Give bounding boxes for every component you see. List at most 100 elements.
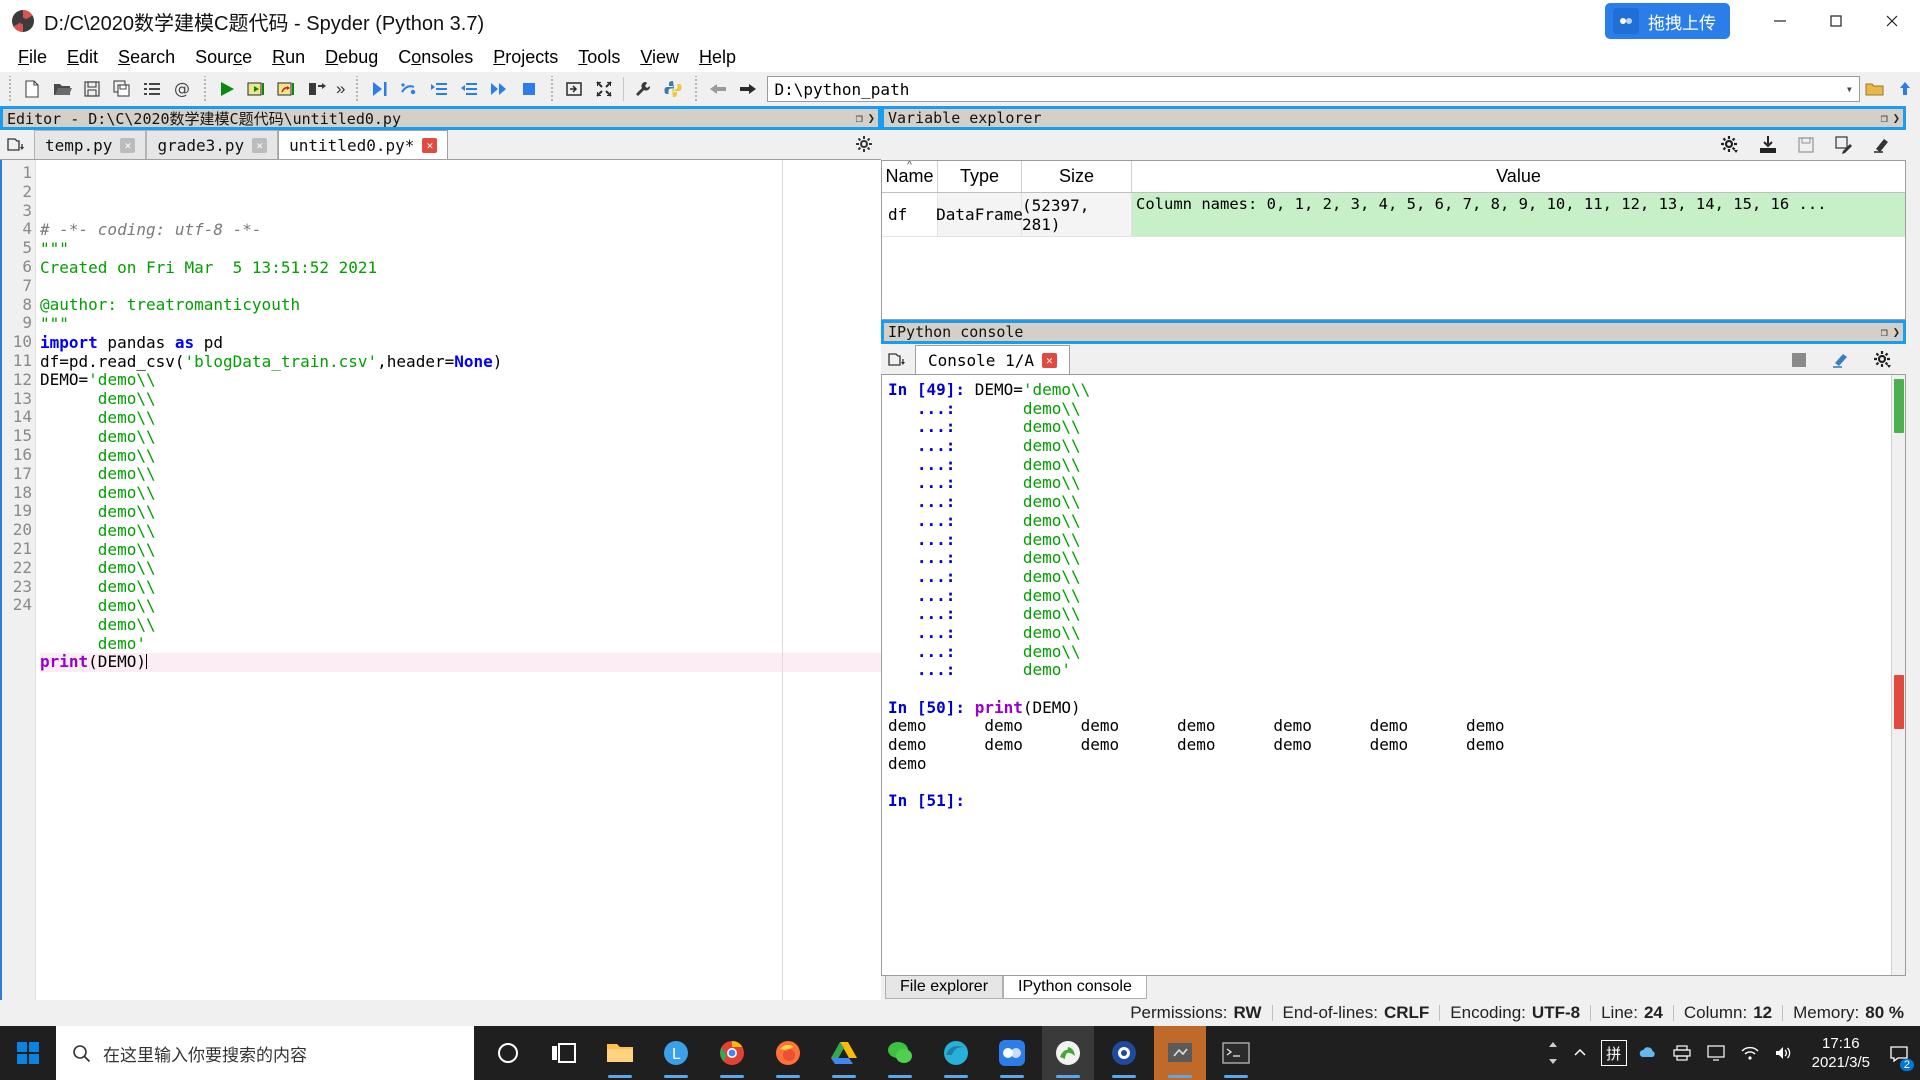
menu-consoles[interactable]: Consoles [388,45,483,70]
remove-all-icon[interactable] [1826,345,1856,375]
console-scrollbar[interactable] [1891,375,1905,975]
save-data-icon[interactable] [1792,132,1820,158]
menu-search[interactable]: Search [108,45,185,70]
code-line[interactable]: demo\\ [40,577,881,597]
back-icon[interactable] [703,74,733,104]
code-line[interactable]: df=pd.read_csv('blogData_train.csv',head… [40,352,881,372]
menu-tools[interactable]: Tools [568,45,630,70]
printer-icon[interactable] [1666,1026,1698,1080]
code-line[interactable]: demo\\ [40,446,881,466]
code-line[interactable]: demo' [40,634,881,654]
import-data-icon[interactable] [1754,132,1782,158]
code-line[interactable]: demo\\ [40,558,881,578]
code-line[interactable]: """ [40,314,881,334]
photos-icon[interactable] [1098,1026,1150,1080]
code-line[interactable]: demo\\ [40,615,881,635]
code-line[interactable]: demo\\ [40,540,881,560]
tab-ipython-console[interactable]: IPython console [1003,976,1147,999]
code-text[interactable]: # -*- coding: utf-8 -*- """ Created on Fri… [36,160,881,1000]
open-file-icon[interactable] [47,74,77,104]
code-editor[interactable]: 1 2 3 4 5 6 7 8 9 10 11 12 13 14 15 16 17 18 19 20 21 22 23 24 … [0,160,881,1000]
run-cell-advance-icon[interactable] [272,74,302,104]
toolbar-grip[interactable] [5,76,14,102]
console-text[interactable]: In [49]: DEMO='demo\\ ...: demo\\ ...: d… [882,375,1891,975]
editor-tab-temp[interactable]: temp.py ✕ [34,130,147,159]
parent-dir-icon[interactable] [1890,74,1920,104]
file-explorer-icon[interactable] [594,1026,646,1080]
browse-tabs-icon[interactable] [881,345,915,374]
wifi-icon[interactable] [1734,1026,1766,1080]
options-gear-icon[interactable] [847,130,881,159]
table-row[interactable]: df DataFrame (52397, 281) Column names: … [882,193,1905,237]
windows-start-icon[interactable] [0,1026,56,1080]
code-line[interactable]: demo\\ [40,389,881,409]
close-pane-icon[interactable]: ❯ [1893,112,1900,124]
variable-table[interactable]: ^ Name Type Size Value df DataFrame (523… [881,160,1906,320]
stop-icon[interactable] [1784,345,1814,375]
chrome-icon[interactable] [706,1026,758,1080]
edge-icon[interactable] [930,1026,982,1080]
run-icon[interactable] [212,74,242,104]
code-line[interactable]: demo\\ [40,464,881,484]
undock-icon[interactable]: ❐ [856,112,863,124]
menu-help[interactable]: Help [689,45,746,70]
continue-icon[interactable] [484,74,514,104]
window-vertical-scrollbar[interactable] [1906,106,1920,1000]
code-line[interactable]: import pandas as pd [40,333,881,353]
toolbar-grip-5[interactable] [691,76,701,102]
undock-icon[interactable]: ❐ [1881,112,1888,124]
debug-icon[interactable] [364,74,394,104]
code-line[interactable]: @author: treatromanticyouth [40,295,881,315]
firefox-icon[interactable] [762,1026,814,1080]
editor-tab-grade3[interactable]: grade3.py ✕ [146,130,279,159]
preferences-icon[interactable] [628,74,658,104]
step-over-icon[interactable] [394,74,424,104]
close-icon[interactable]: ✕ [422,137,438,153]
toolbar-grip-3[interactable] [352,76,362,102]
code-line[interactable]: print(DEMO) [40,652,881,673]
column-header-name[interactable]: ^ Name [882,161,938,192]
close-icon[interactable]: ✕ [1041,352,1057,368]
code-line[interactable]: demo\\ [40,408,881,428]
menu-edit[interactable]: Edit [57,45,108,70]
menu-file[interactable]: File [8,45,57,70]
column-header-type[interactable]: Type [938,161,1022,192]
toolbar-overflow-icon[interactable]: » [332,79,349,99]
code-line[interactable]: demo\\ [40,502,881,522]
ime-indicator[interactable]: 拼 [1598,1026,1630,1080]
cortana-circle-icon[interactable] [482,1026,534,1080]
run-cell-icon[interactable] [242,74,272,104]
close-icon[interactable]: ✕ [120,137,136,153]
scroll-up-down-icon[interactable] [1544,1038,1562,1068]
chevron-up-icon[interactable] [1564,1026,1596,1080]
forward-icon[interactable] [733,74,763,104]
new-file-icon[interactable] [17,74,47,104]
toolbar-grip-2[interactable] [200,76,209,102]
drive-icon[interactable] [818,1026,870,1080]
close-button[interactable] [1864,0,1920,42]
console-output-area[interactable]: In [49]: DEMO='demo\\ ...: demo\\ ...: d… [881,374,1906,976]
column-header-size[interactable]: Size [1022,161,1132,192]
step-into-icon[interactable] [424,74,454,104]
open-dir-icon[interactable] [1860,74,1890,104]
upload-button[interactable]: 拖拽上传 [1605,3,1730,39]
save-all-icon[interactable] [107,74,137,104]
undock-icon[interactable]: ❐ [1881,326,1888,338]
menu-view[interactable]: View [630,45,689,70]
maximize-pane-icon[interactable] [559,74,589,104]
close-pane-icon[interactable]: ❯ [868,112,875,124]
at-sign-icon[interactable]: @ [167,74,197,104]
stop-debug-icon[interactable] [514,74,544,104]
options-gear-icon[interactable] [1716,132,1744,158]
close-icon[interactable]: ✕ [252,137,268,153]
clock[interactable]: 17:16 2021/3/5 [1802,1034,1880,1072]
console-scroll-thumb-green[interactable] [1894,379,1904,433]
close-pane-icon[interactable]: ❯ [1893,326,1900,338]
save-data-as-icon[interactable] [1830,132,1858,158]
tab-file-explorer[interactable]: File explorer [885,976,1004,999]
spyder-taskbar-icon[interactable] [1154,1026,1206,1080]
run-selection-icon[interactable] [302,74,332,104]
pythonpath-manager-icon[interactable] [658,74,688,104]
editor-tab-untitled0[interactable]: untitled0.py* ✕ [278,130,449,159]
code-line[interactable]: demo\\ [40,427,881,447]
